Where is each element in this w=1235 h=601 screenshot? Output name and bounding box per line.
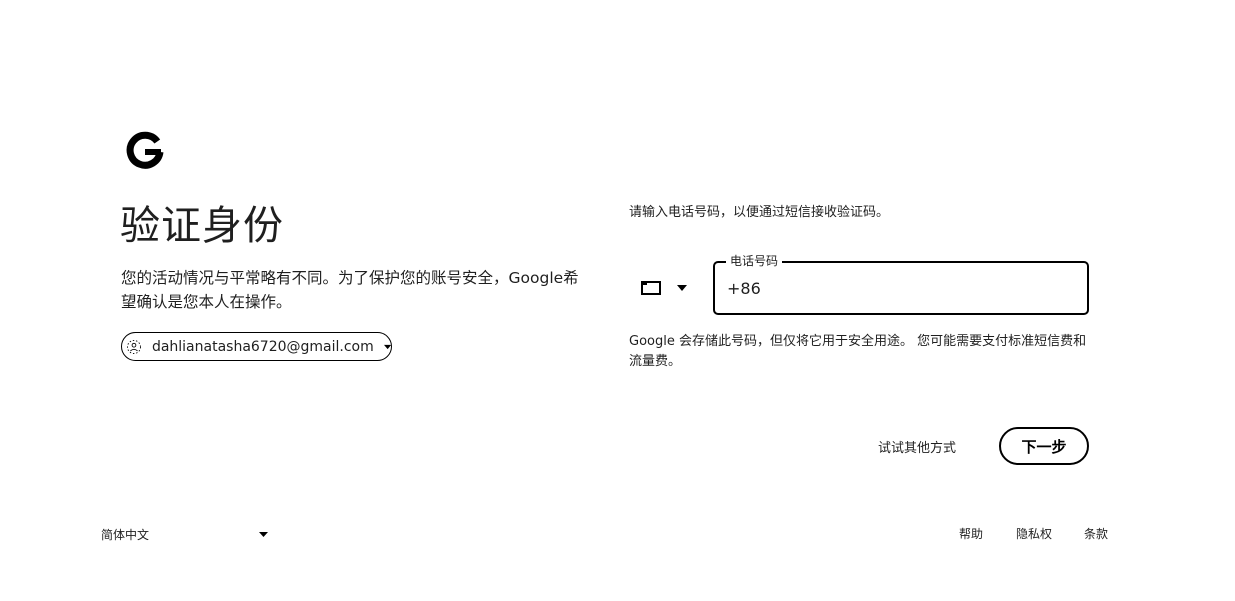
country-code-select[interactable] bbox=[641, 277, 697, 299]
account-chip[interactable]: dahlianatasha6720@gmail.com bbox=[121, 332, 392, 361]
phone-number-label: 电话号码 bbox=[726, 254, 783, 268]
language-select[interactable]: 简体中文 bbox=[101, 524, 271, 544]
flag-icon bbox=[641, 281, 661, 295]
help-link[interactable]: 帮助 bbox=[959, 525, 983, 542]
page-description: 您的活动情况与平常略有不同。为了保护您的账号安全，Google希望确认是您本人在… bbox=[121, 269, 579, 311]
account-email: dahlianatasha6720@gmail.com bbox=[151, 338, 374, 355]
chevron-down-icon bbox=[677, 285, 687, 291]
chevron-down-icon bbox=[383, 344, 391, 349]
phone-number-input[interactable] bbox=[727, 276, 1067, 300]
phone-number-field: 电话号码 bbox=[713, 254, 1089, 315]
privacy-link[interactable]: 隐私权 bbox=[1016, 525, 1052, 542]
google-logo-icon bbox=[126, 131, 164, 169]
next-button[interactable]: 下一步 bbox=[999, 427, 1089, 465]
page-title: 验证身份 bbox=[120, 203, 284, 249]
chevron-down-icon bbox=[259, 532, 268, 537]
phone-instruction: 请输入电话号码，以便通过短信接收验证码。 bbox=[629, 205, 890, 220]
language-label: 简体中文 bbox=[101, 527, 150, 542]
account-avatar-icon bbox=[127, 339, 141, 354]
storage-notice: Google 会存储此号码，但仅将它用于安全用途。 您可能需要支付标准短信费和流… bbox=[629, 334, 1087, 369]
terms-link[interactable]: 条款 bbox=[1084, 525, 1108, 542]
try-another-way-button[interactable]: 试试其他方式 bbox=[866, 432, 968, 460]
